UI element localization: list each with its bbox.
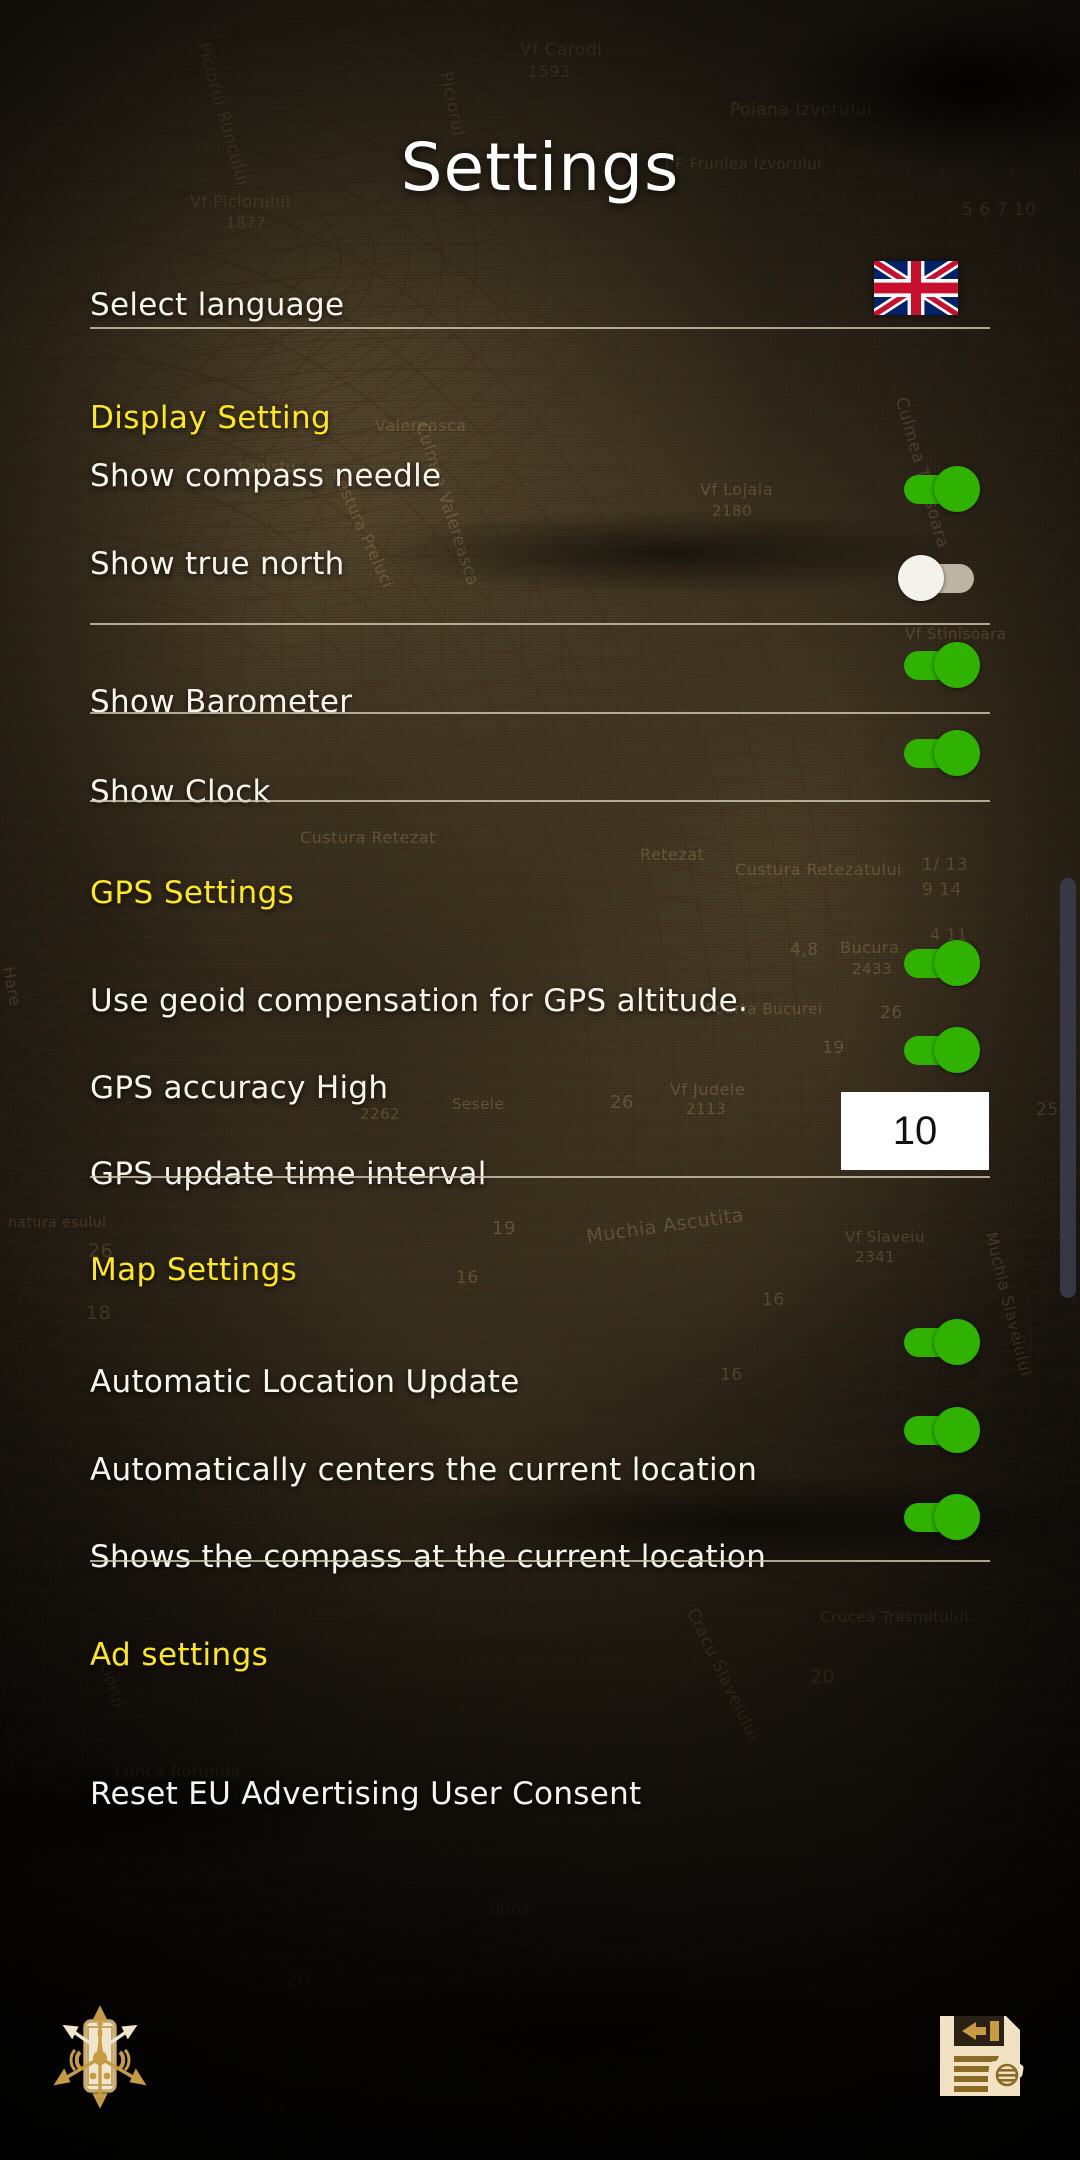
toggle-show-compass-needle[interactable] — [898, 466, 980, 512]
row-geoid-compensation[interactable]: Use geoid compensation for GPS altitude. — [90, 906, 990, 1019]
gps-update-interval-input[interactable]: 10 — [841, 1092, 989, 1170]
toggle-thumb — [934, 1319, 980, 1365]
toggle-thumb — [934, 1407, 980, 1453]
save-settings-icon[interactable] — [924, 2000, 1036, 2112]
toggle-show-barometer[interactable] — [898, 642, 980, 688]
toggle-show-clock[interactable] — [898, 730, 980, 776]
page-title: Settings — [400, 129, 680, 206]
select-language-label: Select language — [90, 287, 345, 323]
row-auto-center-location[interactable]: Automatically centers the current locati… — [90, 1376, 990, 1488]
toggle-thumb — [934, 940, 980, 986]
settings-screen: Vf Carodi 1593 Poiana Izvorului Piciorul Ru… — [0, 0, 1080, 2160]
section-heading-display: Display Setting — [90, 400, 332, 436]
row-show-true-north[interactable]: Show true north — [90, 522, 990, 586]
toggle-thumb — [934, 1494, 980, 1540]
row-reset-eu-consent[interactable]: Reset EU Advertising User Consent — [90, 1700, 990, 1812]
reset-eu-consent-label: Reset EU Advertising User Consent — [90, 1776, 642, 1812]
row-label: Show Clock — [90, 774, 271, 810]
row-label: Show compass needle — [90, 458, 442, 494]
row-show-clock[interactable]: Show Clock — [90, 700, 990, 810]
divider-language — [90, 327, 990, 329]
section-heading-ad: Ad settings — [90, 1637, 269, 1673]
row-show-compass-needle[interactable]: Show compass needle — [90, 434, 990, 498]
toggle-gps-accuracy-high[interactable] — [898, 1027, 980, 1073]
toggle-automatic-location-update[interactable] — [898, 1319, 980, 1365]
vertical-scrollbar[interactable] — [1060, 878, 1076, 1298]
row-label: GPS update time interval — [90, 1156, 487, 1192]
divider-show-clock — [90, 800, 990, 802]
toggle-thumb — [934, 730, 980, 776]
flag-united-kingdom-icon[interactable] — [874, 261, 958, 315]
row-gps-accuracy[interactable]: GPS accuracy High — [90, 994, 990, 1106]
toggle-thumb — [934, 642, 980, 688]
row-automatic-location-update[interactable]: Automatic Location Update — [90, 1288, 990, 1400]
row-label: Show true north — [90, 546, 345, 582]
row-show-barometer[interactable]: Show Barometer — [90, 610, 990, 720]
toggle-thumb — [934, 1027, 980, 1073]
toggle-thumb — [934, 466, 980, 512]
divider-map-settings — [90, 1560, 990, 1562]
row-select-language[interactable]: Select language — [90, 263, 990, 327]
row-label: Shows the compass at the current locatio… — [90, 1539, 767, 1575]
toggle-show-compass-at-location[interactable] — [898, 1494, 980, 1540]
section-heading-map: Map Settings — [90, 1252, 298, 1288]
toggle-auto-center-location[interactable] — [898, 1407, 980, 1453]
toggle-thumb — [898, 555, 944, 601]
toggle-show-true-north[interactable] — [898, 555, 980, 601]
compass-phone-icon[interactable]: N — [44, 2000, 156, 2112]
divider-gps-update-interval — [90, 1176, 990, 1178]
row-show-compass-at-location[interactable]: Shows the compass at the current locatio… — [90, 1463, 990, 1575]
toggle-geoid-compensation[interactable] — [898, 940, 980, 986]
